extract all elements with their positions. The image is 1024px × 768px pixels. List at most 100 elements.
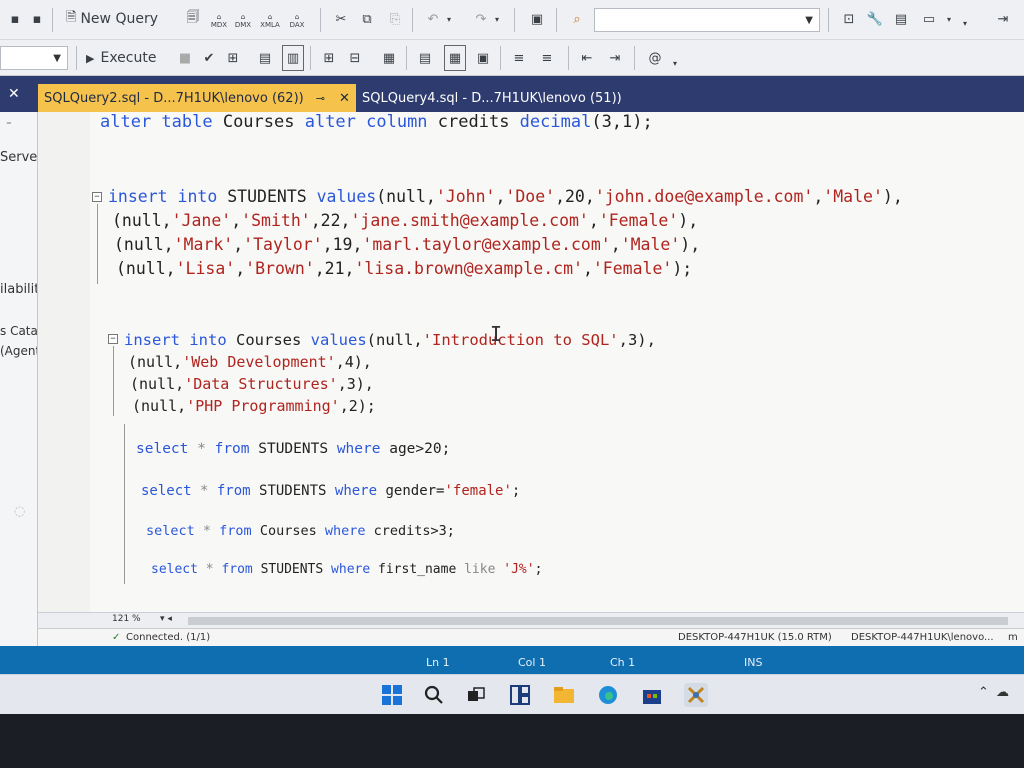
results-to-file-icon[interactable]: ▣	[472, 45, 494, 71]
activity-monitor-icon[interactable]: ▣	[526, 6, 548, 32]
indent-icon[interactable]: ⇥	[992, 6, 1014, 32]
widgets-icon[interactable]	[508, 683, 532, 707]
paste-icon[interactable]: ⎘	[384, 6, 406, 32]
sql-token: (null,	[114, 235, 174, 254]
sql-keyword: alter column	[304, 112, 428, 132]
code-line[interactable]: insert into STUDENTS values(null,'John',…	[108, 187, 903, 206]
windows-start-icon[interactable]	[380, 683, 404, 707]
database-selector[interactable]: ▼	[0, 46, 68, 70]
estimated-plan-icon[interactable]: ⊞	[222, 45, 244, 71]
code-line[interactable]: insert into Courses values(null,'Introdu…	[124, 331, 656, 349]
save-icon[interactable]: ▪	[4, 6, 26, 32]
toolbar-overflow-icon[interactable]: ▾	[960, 10, 970, 36]
system-tray-chevron-icon[interactable]: ⌃	[978, 685, 989, 700]
results-to-grid-icon[interactable]: ▦	[444, 45, 466, 71]
task-view-icon[interactable]	[464, 683, 488, 707]
cut-icon[interactable]: ✂	[330, 6, 352, 32]
results-to-text-icon[interactable]: ▤	[414, 45, 436, 71]
sidebar-item-agent-xps[interactable]: (Agent XPs	[0, 344, 37, 358]
sql-token: ,22,	[310, 211, 351, 230]
search-icon[interactable]	[422, 683, 446, 707]
live-query-stats-icon[interactable]: ⊟	[344, 45, 366, 71]
sql-code-editor[interactable]: alter table Courses alter column credits…	[38, 112, 1024, 612]
sql-string: 'Taylor'	[243, 235, 323, 254]
sql-token: ,20,	[555, 187, 595, 206]
find-icon[interactable]: ⌕	[566, 6, 588, 32]
toolbox-icon[interactable]: ▤	[890, 6, 912, 32]
server-name: DESKTOP-447H1UK (15.0 RTM)	[678, 632, 832, 643]
file-explorer-icon[interactable]	[552, 683, 576, 707]
sql-keyword: insert into	[124, 331, 227, 349]
close-pane-icon[interactable]: ✕	[8, 86, 20, 102]
new-query-button[interactable]: 🗎 New Query	[66, 6, 158, 32]
query-options-icon[interactable]: ▤	[254, 45, 276, 71]
properties-wrench-icon[interactable]: 🔧	[864, 6, 886, 32]
zoom-dropdown-icon[interactable]: ▾ ◂	[160, 614, 172, 624]
sidebar-item-server[interactable]: Serve	[0, 150, 37, 165]
pin-icon[interactable]: ⊸	[316, 92, 325, 105]
layout-dropdown-icon[interactable]: ▾	[944, 6, 954, 32]
toolbar-divider	[556, 8, 557, 32]
network-icon[interactable]: ☁	[996, 685, 1009, 700]
specify-template-values-icon[interactable]: @	[644, 45, 666, 71]
sidebar-item-catalogs[interactable]: s Catalogs	[0, 324, 37, 338]
undo-icon[interactable]: ↶	[422, 6, 444, 32]
ssms-icon[interactable]	[684, 683, 708, 707]
undo-dropdown-icon[interactable]: ▾	[444, 6, 454, 32]
code-line[interactable]: select * from STUDENTS where first_name …	[151, 562, 542, 577]
code-line[interactable]: select * from STUDENTS where gender='fem…	[141, 483, 520, 499]
dax-query-button[interactable]: ⌂ DAX	[286, 8, 308, 34]
search-combo[interactable]: ▼	[594, 8, 820, 32]
toolbar-divider	[412, 8, 413, 32]
uncomment-lines-icon[interactable]: ≡	[536, 45, 558, 71]
client-stats-icon[interactable]: ▦	[378, 45, 400, 71]
sql-token: ),	[882, 187, 903, 206]
copy-icon[interactable]: ⧉	[356, 6, 378, 32]
horizontal-scrollbar[interactable]	[188, 617, 1008, 625]
save-all-icon[interactable]: ▪	[26, 6, 48, 32]
increase-indent-icon[interactable]: ⇥	[604, 45, 626, 71]
code-line[interactable]: (null,'Web Development',4),	[128, 353, 372, 371]
pin-icon[interactable]: ⁼	[6, 118, 12, 131]
sql-token: ;	[534, 562, 543, 577]
edge-browser-icon[interactable]	[596, 683, 620, 707]
code-line[interactable]: alter table Courses alter column credits…	[100, 112, 653, 132]
intellisense-icon[interactable]: ▥	[282, 45, 304, 71]
database-engine-query-icon[interactable]: 🗐	[182, 6, 204, 32]
code-line[interactable]: (null,'Jane','Smith',22,'jane.smith@exam…	[112, 211, 698, 230]
code-line[interactable]: (null,'Mark','Taylor',19,'marl.taylor@ex…	[114, 235, 700, 254]
window-layout-icon[interactable]: ▭	[918, 6, 940, 32]
sql-token: *	[191, 483, 217, 499]
code-line[interactable]: select * from Courses where credits>3;	[146, 523, 455, 539]
dmx-query-button[interactable]: ⌂ DMX	[232, 8, 254, 34]
xmla-query-button[interactable]: ⌂ XMLA	[258, 8, 282, 34]
cancel-query-icon[interactable]: ■	[174, 45, 196, 71]
parse-checkmark-icon[interactable]: ✔	[198, 45, 220, 71]
sql-keyword: where	[331, 562, 371, 577]
code-line[interactable]: (null,'PHP Programming',2);	[132, 397, 376, 415]
sidebar-item-availability[interactable]: ilability	[0, 282, 37, 297]
sql-keyword: select	[141, 483, 192, 499]
collapse-region-icon[interactable]: −	[92, 192, 102, 202]
toolbar-divider	[568, 46, 569, 70]
zoom-level[interactable]: 121 %	[112, 614, 141, 624]
code-line[interactable]: (null,'Lisa','Brown',21,'lisa.brown@exam…	[116, 259, 692, 278]
solution-explorer-icon[interactable]: ⊡	[838, 6, 860, 32]
execute-button[interactable]: ▶ Execute	[86, 45, 156, 71]
tab-sqlquery4[interactable]: SQLQuery4.sql - D...7H1UK\lenovo (51))	[356, 84, 656, 112]
redo-dropdown-icon[interactable]: ▾	[492, 6, 502, 32]
toolbar-divider	[52, 8, 53, 32]
tab-sqlquery2[interactable]: SQLQuery2.sql - D...7H1UK\lenovo (62)) ⊸…	[38, 84, 356, 112]
decrease-indent-icon[interactable]: ⇤	[576, 45, 598, 71]
collapse-region-icon[interactable]: −	[108, 334, 118, 344]
close-tab-icon[interactable]: ✕	[339, 91, 350, 106]
mdx-query-button[interactable]: ⌂ MDX	[208, 8, 230, 34]
toolbar-overflow-icon[interactable]: ▾	[670, 50, 680, 76]
comment-lines-icon[interactable]: ≡	[508, 45, 530, 71]
connection-status: Connected. (1/1)	[126, 632, 211, 643]
store-icon[interactable]	[640, 683, 664, 707]
redo-icon[interactable]: ↷	[470, 6, 492, 32]
code-line[interactable]: (null,'Data Structures',3),	[130, 375, 374, 393]
include-actual-plan-icon[interactable]: ⊞	[318, 45, 340, 71]
code-line[interactable]: select * from STUDENTS where age>20;	[136, 441, 450, 457]
